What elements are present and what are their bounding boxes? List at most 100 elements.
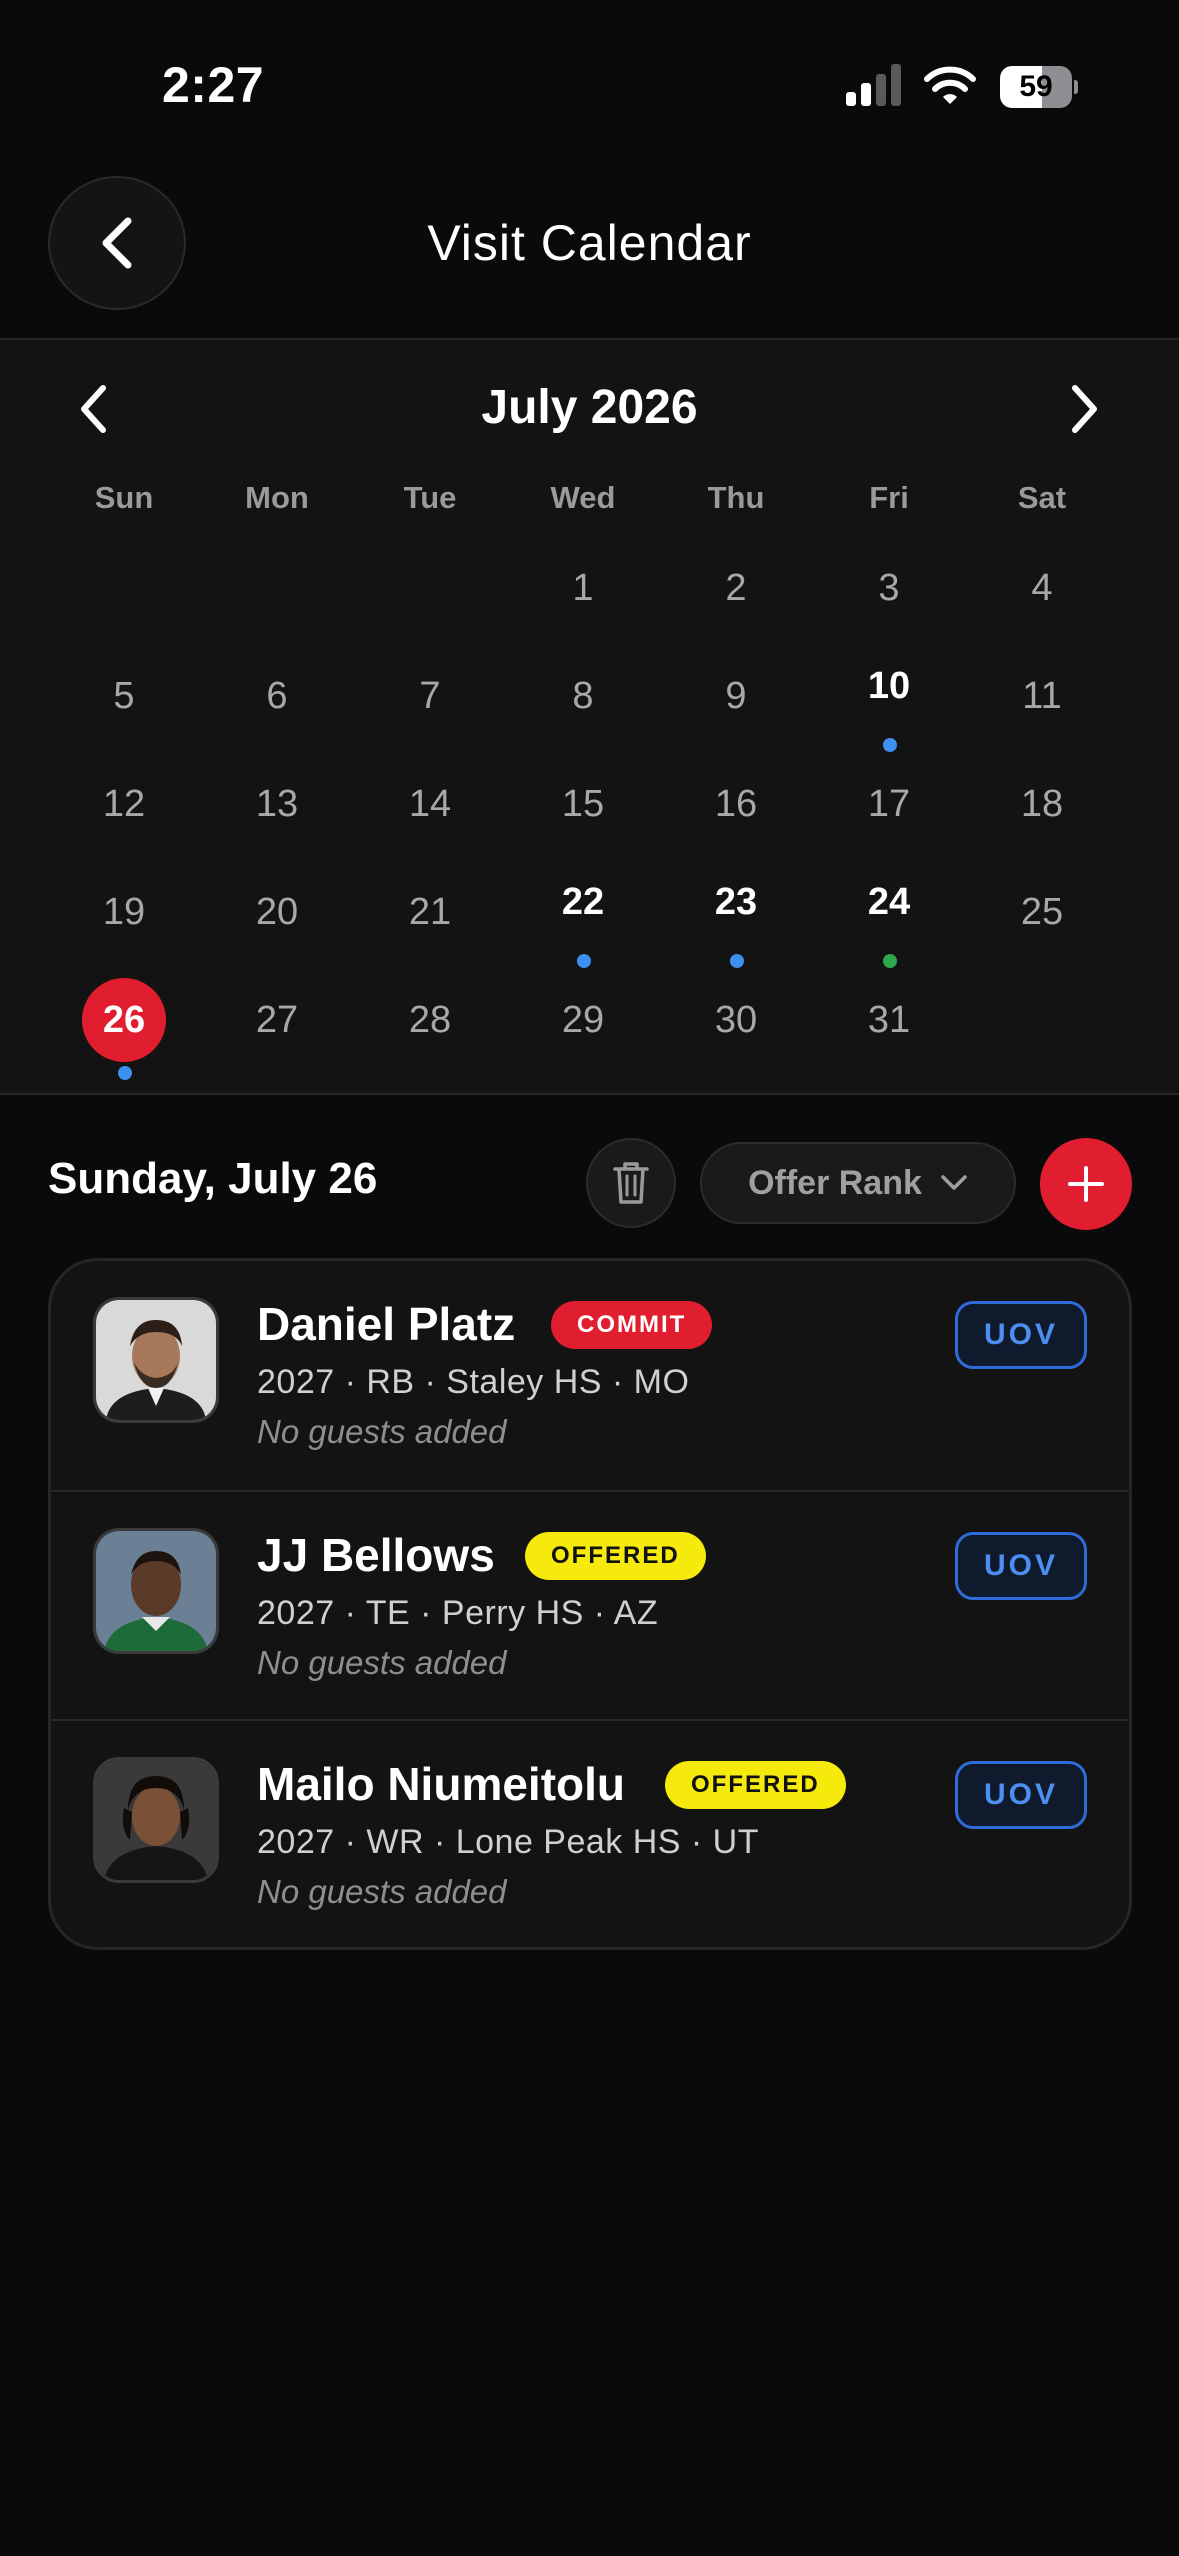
next-month-button[interactable] — [1060, 382, 1108, 436]
calendar-day-number: 21 — [408, 891, 452, 933]
visit-row[interactable]: Mailo Niumeitolu OFFERED 2027 · WR · Lon… — [51, 1719, 1129, 1947]
player-name: Daniel Platz — [257, 1298, 516, 1350]
calendar-day-number: 15 — [561, 783, 605, 825]
visit-indicator-dot — [577, 954, 591, 968]
weekday-label: Tue — [403, 480, 457, 515]
battery-indicator: 59 — [1000, 66, 1078, 108]
status-badge: COMMIT — [551, 1301, 713, 1349]
weekday-label: Thu — [707, 480, 765, 515]
selected-date-heading: Sunday, July 26 — [48, 1154, 378, 1203]
calendar-day-number: 11 — [1022, 675, 1062, 717]
uov-tag[interactable]: UOV — [955, 1761, 1087, 1829]
calendar-day-number: 18 — [1020, 783, 1064, 825]
calendar-day[interactable]: 23 — [681, 862, 791, 968]
calendar-day[interactable]: 14 — [375, 754, 485, 854]
calendar-day[interactable]: 28 — [375, 970, 485, 1070]
weekday-label: Sat — [1017, 480, 1067, 515]
calendar-day-number: 16 — [714, 783, 758, 825]
player-photo-icon — [96, 1760, 216, 1880]
visit-indicator-dot — [118, 1066, 132, 1080]
calendar-day-number: 31 — [867, 999, 911, 1041]
battery-percent: 59 — [1019, 70, 1053, 103]
weekday-label: Sun — [94, 480, 154, 515]
calendar-day[interactable]: 3 — [834, 538, 944, 638]
calendar-day[interactable]: 17 — [834, 754, 944, 854]
visit-row[interactable]: JJ Bellows OFFERED 2027 · TE · Perry HS … — [51, 1490, 1129, 1719]
uov-tag[interactable]: UOV — [955, 1301, 1087, 1369]
calendar-day-number: 14 — [408, 783, 452, 825]
calendar-day-number: 27 — [255, 999, 299, 1041]
calendar-day[interactable]: 24 — [834, 862, 944, 968]
calendar-day-number: 2 — [725, 567, 747, 609]
calendar-day[interactable]: 20 — [222, 862, 332, 962]
calendar-day-number: 26 — [102, 999, 146, 1041]
player-avatar — [93, 1757, 219, 1883]
player-details: 2027 · RB · Staley HS · MO — [257, 1363, 690, 1401]
player-name: Mailo Niumeitolu — [257, 1758, 625, 1810]
calendar-day-number: 30 — [714, 999, 758, 1041]
guests-note: No guests added — [257, 1413, 507, 1450]
calendar-day[interactable]: 13 — [222, 754, 332, 854]
player-avatar — [93, 1528, 219, 1654]
sort-dropdown[interactable]: Offer Rank — [700, 1142, 1016, 1224]
calendar-day[interactable]: 12 — [69, 754, 179, 854]
weekday-label: Wed — [550, 480, 616, 515]
calendar-day-number: 17 — [867, 783, 911, 825]
visit-indicator-dot — [730, 954, 744, 968]
calendar-day[interactable]: 6 — [222, 646, 332, 746]
cellular-signal-icon — [846, 64, 901, 106]
calendar-day[interactable]: 27 — [222, 970, 332, 1070]
calendar-day-number: 8 — [572, 675, 594, 717]
calendar-day-number: 23 — [714, 881, 758, 923]
calendar-day[interactable]: 19 — [69, 862, 179, 962]
calendar-day[interactable]: 25 — [987, 862, 1097, 962]
calendar-day[interactable]: 11 — [987, 646, 1097, 746]
calendar-day[interactable]: 30 — [681, 970, 791, 1070]
trash-icon — [613, 1162, 649, 1204]
calendar-day[interactable]: 2 — [681, 538, 791, 638]
calendar-day-number: 10 — [867, 665, 911, 707]
calendar-day[interactable]: 31 — [834, 970, 944, 1070]
visit-indicator-dot — [883, 738, 897, 752]
calendar-day-number: 3 — [878, 567, 900, 609]
calendar-day-number: 28 — [408, 999, 452, 1041]
calendar-day[interactable]: 21 — [375, 862, 485, 962]
weekday-label: Mon — [245, 480, 309, 515]
calendar-day[interactable]: 5 — [69, 646, 179, 746]
calendar-day[interactable]: 1 — [528, 538, 638, 638]
calendar-day[interactable]: 9 — [681, 646, 791, 746]
status-time: 2:27 — [162, 57, 265, 113]
weekday-label: Fri — [869, 480, 909, 515]
calendar-day-number: 9 — [725, 675, 747, 717]
calendar-day[interactable]: 29 — [528, 970, 638, 1070]
calendar-day[interactable]: 8 — [528, 646, 638, 746]
battery-nub — [1074, 80, 1078, 94]
visits-list: Daniel Platz COMMIT 2027 · RB · Staley H… — [48, 1258, 1132, 1950]
calendar-day-selected[interactable]: 26 — [69, 970, 179, 1080]
player-details: 2027 · TE · Perry HS · AZ — [257, 1594, 659, 1632]
status-badge: OFFERED — [665, 1761, 846, 1809]
calendar-day-number: 1 — [572, 567, 594, 609]
visit-row[interactable]: Daniel Platz COMMIT 2027 · RB · Staley H… — [51, 1261, 1129, 1490]
wifi-icon — [924, 66, 976, 104]
guests-note: No guests added — [257, 1644, 507, 1681]
delete-button[interactable] — [586, 1138, 676, 1228]
calendar-day-number: 20 — [255, 891, 299, 933]
chevron-down-icon — [941, 1175, 967, 1190]
page-title: Visit Calendar — [427, 215, 752, 271]
visit-calendar-screen: 2:27 59 Visit Calendar July 2026 Sun Mon… — [0, 0, 1179, 2556]
calendar-day[interactable]: 7 — [375, 646, 485, 746]
visit-indicator-dot — [883, 954, 897, 968]
calendar-day[interactable]: 18 — [987, 754, 1097, 854]
calendar-day-number: 19 — [102, 891, 146, 933]
guests-note: No guests added — [257, 1873, 507, 1910]
calendar-day[interactable]: 16 — [681, 754, 791, 854]
calendar-day[interactable]: 15 — [528, 754, 638, 854]
uov-tag[interactable]: UOV — [955, 1532, 1087, 1600]
calendar-day[interactable]: 10 — [834, 646, 944, 752]
add-visit-button[interactable] — [1040, 1138, 1132, 1230]
calendar-day[interactable]: 4 — [987, 538, 1097, 638]
calendar-day[interactable]: 22 — [528, 862, 638, 968]
calendar-day-number: 7 — [419, 675, 441, 717]
status-badge: OFFERED — [525, 1532, 706, 1580]
